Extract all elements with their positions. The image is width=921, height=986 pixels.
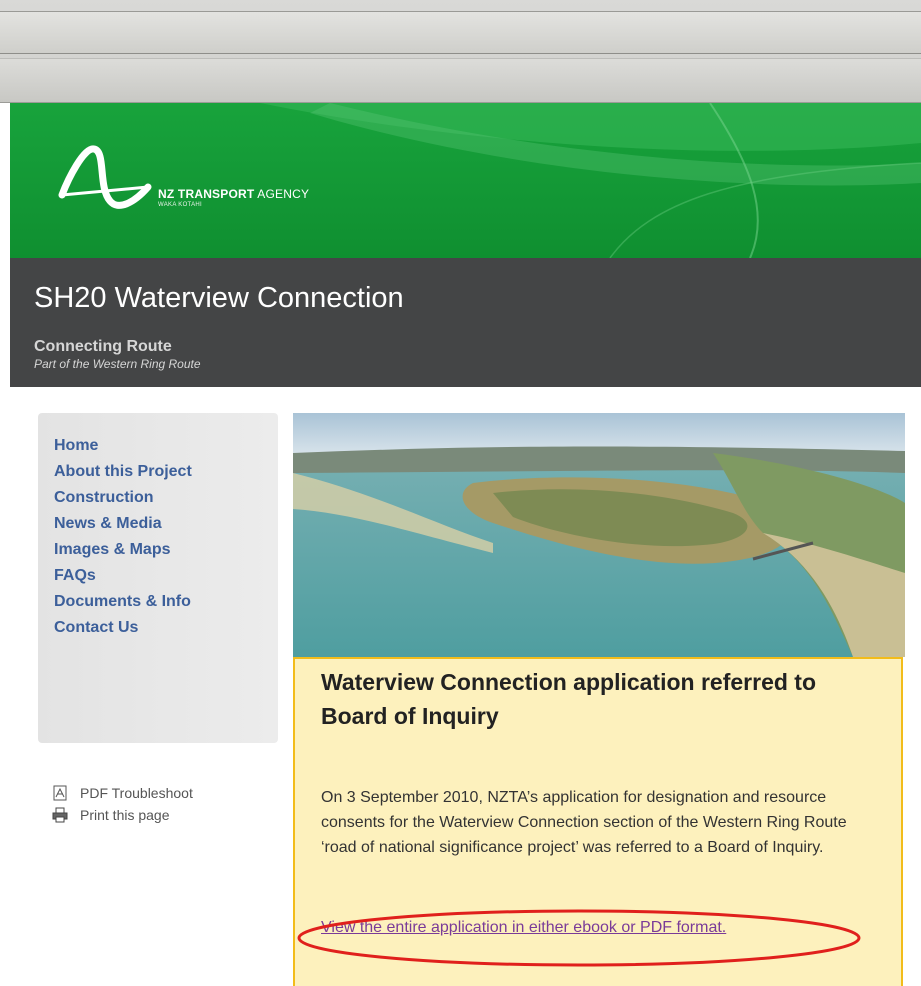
page-tagline: Part of the Western Ring Route [34, 357, 201, 371]
printer-icon [52, 807, 68, 823]
hero-aerial-photo [293, 413, 905, 657]
nav-item-news-media[interactable]: News & Media [54, 511, 192, 537]
page-subtitle: Connecting Route [34, 338, 172, 355]
agency-subname: WAKA KOTAHI [158, 202, 202, 208]
nav-item-home[interactable]: Home [54, 433, 192, 459]
nav-item-contact[interactable]: Contact Us [54, 615, 192, 641]
sidebar-nav: Home About this Project Construction New… [54, 433, 192, 641]
print-page-label: Print this page [80, 807, 170, 823]
notice-heading: Waterview Connection application referre… [321, 669, 817, 729]
nav-item-faqs[interactable]: FAQs [54, 563, 192, 589]
pdf-troubleshoot-link[interactable]: PDF Troubleshoot [52, 782, 193, 804]
browser-toolbar-area [0, 0, 921, 103]
highlight-ellipse [297, 909, 861, 967]
nav-item-construction[interactable]: Construction [54, 485, 192, 511]
nav-item-about[interactable]: About this Project [54, 459, 192, 485]
page-title: SH20 Waterview Connection [34, 282, 404, 314]
nav-item-images-maps[interactable]: Images & Maps [54, 537, 192, 563]
pdf-icon [52, 785, 68, 801]
pdf-troubleshoot-label: PDF Troubleshoot [80, 785, 193, 801]
agency-name: NZ TRANSPORT AGENCY [158, 187, 310, 201]
sidebar: Home About this Project Construction New… [38, 413, 278, 743]
title-band: SH20 Waterview Connection Connecting Rou… [10, 258, 921, 387]
page-tools: PDF Troubleshoot Print this page [52, 782, 193, 826]
print-page-link[interactable]: Print this page [52, 804, 193, 826]
notice-body: On 3 September 2010, NZTA’s application … [321, 789, 847, 856]
nav-item-documents[interactable]: Documents & Info [54, 589, 192, 615]
nzta-logo-icon [58, 145, 152, 209]
site-header: NZ TRANSPORT AGENCY WAKA KOTAHI [10, 103, 921, 258]
